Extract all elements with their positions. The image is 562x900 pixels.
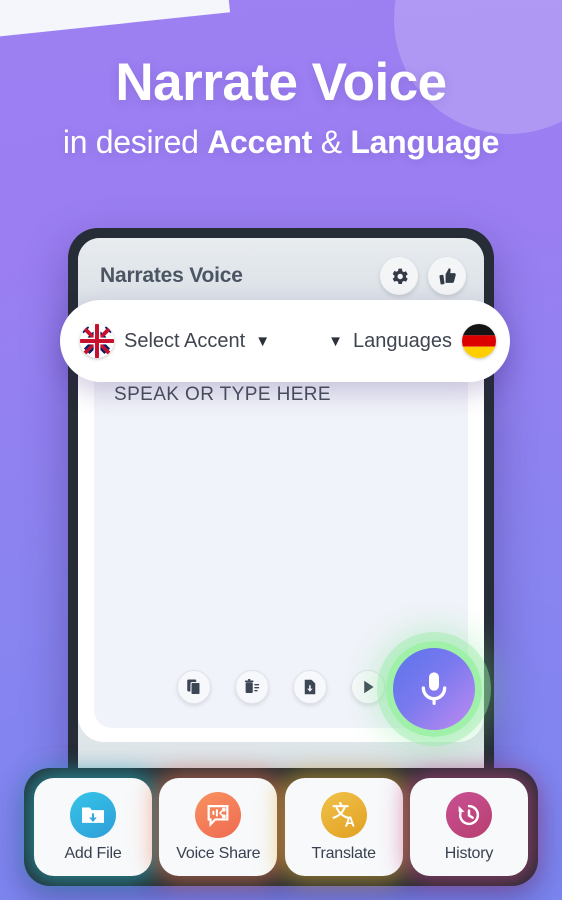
- chevron-down-icon-accent: ▼: [255, 332, 271, 350]
- feature-label-translate: Translate: [311, 844, 377, 862]
- microphone-icon: [421, 672, 447, 705]
- headline-primary: Narrate Voice: [115, 53, 447, 112]
- svg-text:A: A: [344, 814, 354, 830]
- play-icon: [364, 680, 374, 694]
- headline-prefix: in desired: [62, 124, 208, 160]
- text-input-placeholder: SPEAK OR TYPE HERE: [114, 384, 331, 405]
- select-accent-dropdown[interactable]: Select Accent ▼: [80, 324, 270, 358]
- feature-label-history: History: [444, 844, 494, 862]
- feature-card-add-file[interactable]: Add File: [34, 778, 152, 876]
- select-accent-label: Select Accent: [124, 329, 246, 352]
- microphone-record-button[interactable]: [386, 641, 482, 737]
- folder-download-icon: [70, 791, 116, 838]
- chevron-down-icon-language: ▼: [328, 332, 344, 350]
- feature-label-voice-share: Voice Share: [176, 844, 261, 862]
- headline-bold-accent: Accent: [207, 124, 313, 160]
- select-language-label: Languages: [353, 329, 452, 352]
- copy-icon: [187, 679, 201, 696]
- headline-ampersand: &: [312, 124, 351, 160]
- feature-bar: Add File Voice Share 文 A Translate Histo…: [24, 768, 538, 886]
- translate-icon: 文 A: [320, 791, 367, 838]
- download-file-icon: [304, 679, 316, 695]
- chat-share-icon: [195, 791, 242, 838]
- settings-button[interactable]: [380, 257, 418, 295]
- copy-button[interactable]: [177, 670, 211, 704]
- promo-screenshot: Narrate Voice in desired Accent & Langua…: [0, 0, 562, 900]
- app-header-buttons: [380, 257, 466, 295]
- uk-flag-icon: [80, 324, 114, 358]
- delete-icon: [244, 679, 260, 693]
- delete-button[interactable]: [235, 670, 269, 704]
- germany-flag-icon: [462, 324, 496, 358]
- play-button[interactable]: [351, 670, 385, 704]
- feature-card-translate[interactable]: 文 A Translate: [284, 778, 403, 876]
- thumbs-up-icon: [438, 267, 456, 284]
- select-language-dropdown[interactable]: ▼ Languages: [328, 324, 496, 358]
- feature-label-add-file: Add File: [64, 844, 122, 862]
- rate-us-button[interactable]: [428, 257, 466, 295]
- headline-secondary: in desired Accent & Language: [0, 124, 562, 161]
- accent-language-bar: Select Accent ▼ ▼ Languages: [60, 300, 510, 382]
- feature-card-voice-share[interactable]: Voice Share: [159, 778, 278, 876]
- headline-bold-language: Language: [350, 124, 500, 160]
- gear-icon: [392, 268, 408, 284]
- download-button[interactable]: [293, 670, 327, 704]
- feature-card-history[interactable]: History: [409, 778, 528, 876]
- clock-rewind-icon: [445, 791, 492, 838]
- headline-block: Narrate Voice in desired Accent & Langua…: [0, 56, 562, 161]
- app-title: Narrates Voice: [100, 264, 243, 287]
